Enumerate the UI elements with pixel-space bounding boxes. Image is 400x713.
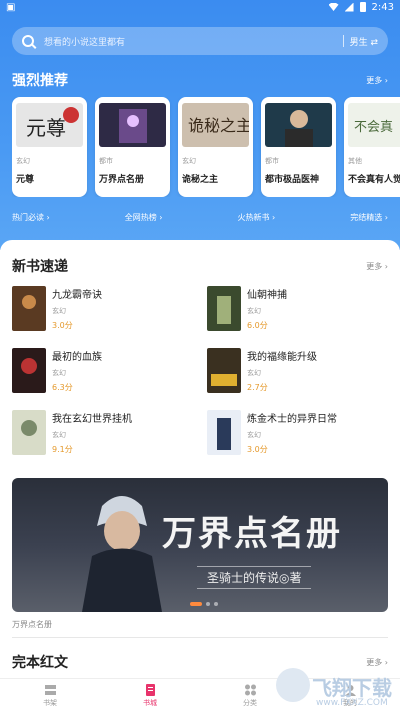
- search-input[interactable]: 想看的小说这里都有: [44, 35, 337, 48]
- app-notification-icon: ▣: [6, 1, 16, 13]
- book-genre: 玄幻: [247, 430, 261, 439]
- tab-label: 分类: [243, 699, 257, 707]
- banner-subtitle: 圣骑士的传说◎著: [197, 566, 312, 589]
- new-books-header: 新书速递 更多 ›: [12, 256, 388, 276]
- book-genre: 玄幻: [52, 306, 66, 315]
- carousel-dot: [206, 602, 210, 606]
- book-cover: 不会真: [348, 103, 400, 147]
- quick-link-new[interactable]: 火热新书 ›: [238, 212, 276, 223]
- book-title: 万界点名册: [99, 175, 145, 185]
- bookshelf-icon: [44, 685, 56, 695]
- watermark-text: 飞翔下载: [312, 676, 392, 700]
- signal-icon: [344, 2, 354, 12]
- quick-link-rank[interactable]: 全网热榜 ›: [125, 212, 163, 223]
- book-cover: 诡秘之主: [182, 103, 249, 147]
- book-score: 6.0分: [247, 321, 268, 330]
- recommend-card[interactable]: 诡秘之主 玄幻 诡秘之主: [178, 97, 253, 197]
- recommend-carousel[interactable]: 元尊 玄幻 元尊 都市 万界点名册 诡秘之主 玄幻 诡秘之主 都市 都市极品医神…: [12, 97, 400, 197]
- banner-title: 万界点名册: [162, 514, 342, 554]
- section-title: 强烈推荐: [12, 73, 68, 89]
- book-title: 仙朝神捕: [247, 290, 287, 301]
- book-cover: [12, 348, 46, 393]
- recommend-card[interactable]: 都市 都市极品医神: [261, 97, 336, 197]
- search-icon: [22, 35, 34, 47]
- book-genre: 都市: [99, 157, 113, 165]
- gender-switch-button[interactable]: 男生 ⇄: [350, 35, 378, 48]
- section-title: 新书速递: [12, 259, 68, 275]
- book-cover: [12, 286, 46, 331]
- recommend-card[interactable]: 都市 万界点名册: [95, 97, 170, 197]
- search-divider: [342, 35, 344, 47]
- book-genre: 玄幻: [247, 306, 261, 315]
- status-bar: ▣ 2:43: [0, 0, 400, 14]
- section-title: 完本红文: [12, 655, 68, 671]
- battery-icon: [359, 2, 366, 12]
- book-title: 元尊: [16, 175, 35, 185]
- book-title: 我的福缘能升级: [247, 352, 317, 363]
- book-genre: 其他: [348, 157, 362, 165]
- book-genre: 玄幻: [52, 368, 66, 377]
- book-cover: [12, 410, 46, 455]
- wifi-icon: [328, 3, 339, 11]
- strong-recommend-header: 强烈推荐 更多 ›: [12, 70, 388, 90]
- carousel-dot-active: [190, 602, 202, 606]
- book-title: 都市极品医神: [265, 175, 320, 185]
- list-item[interactable]: 最初的血族 玄幻 6.3分: [12, 348, 192, 394]
- book-title: 诡秘之主: [182, 175, 219, 185]
- svg-text:不会真: 不会真: [354, 120, 393, 135]
- carousel-indicator: [190, 602, 218, 606]
- tab-bookshelf[interactable]: 书架: [0, 679, 100, 713]
- book-title: 九龙霸帝诀: [52, 290, 102, 301]
- book-title: 炼金术士的异界日常: [247, 414, 337, 425]
- book-title: 最初的血族: [52, 352, 102, 363]
- more-link[interactable]: 更多 ›: [366, 75, 388, 86]
- book-cover: 元尊: [16, 103, 83, 147]
- promo-banner[interactable]: 万界点名册 圣骑士的传说◎著: [12, 478, 388, 612]
- recommend-card[interactable]: 不会真 其他 不会真有人觉: [344, 97, 400, 197]
- book-score: 3.0分: [247, 445, 268, 454]
- book-cover: [207, 348, 241, 393]
- list-item[interactable]: 我在玄幻世界挂机 玄幻 9.1分: [12, 410, 192, 456]
- search-bar[interactable]: 想看的小说这里都有 男生 ⇄: [12, 27, 388, 55]
- carousel-dot: [214, 602, 218, 606]
- book-genre: 都市: [265, 157, 279, 165]
- tab-label: 书架: [43, 699, 57, 707]
- list-item[interactable]: 仙朝神捕 玄幻 6.0分: [207, 286, 387, 332]
- quick-links: 热门必读 › 全网热榜 › 火热新书 › 完结精选 ›: [12, 212, 388, 223]
- list-item[interactable]: 炼金术士的异界日常 玄幻 3.0分: [207, 410, 387, 456]
- book-score: 2.7分: [247, 383, 268, 392]
- book-cover: [207, 286, 241, 331]
- divider: [12, 637, 388, 638]
- book-score: 3.0分: [52, 321, 73, 330]
- book-title: 我在玄幻世界挂机: [52, 414, 132, 425]
- book-cover: [207, 410, 241, 455]
- watermark-logo-icon: [276, 668, 310, 702]
- list-item[interactable]: 我的福缘能升级 玄幻 2.7分: [207, 348, 387, 394]
- book-genre: 玄幻: [52, 430, 66, 439]
- book-genre: 玄幻: [247, 368, 261, 377]
- quick-link-finished[interactable]: 完结精选 ›: [350, 212, 388, 223]
- book-cover: [99, 103, 166, 147]
- more-link[interactable]: 更多 ›: [366, 261, 388, 272]
- book-genre: 玄幻: [182, 157, 196, 165]
- tab-bookstore[interactable]: 书城: [100, 679, 200, 713]
- category-icon: [244, 684, 256, 696]
- watermark: 飞翔下载 www.FXXZ.COM: [276, 668, 394, 713]
- book-genre: 玄幻: [16, 157, 30, 165]
- quick-link-hot[interactable]: 热门必读 ›: [12, 212, 50, 223]
- book-score: 6.3分: [52, 383, 73, 392]
- list-item[interactable]: 九龙霸帝诀 玄幻 3.0分: [12, 286, 192, 332]
- svg-text:诡秘之主: 诡秘之主: [188, 116, 249, 135]
- more-link[interactable]: 更多 ›: [366, 657, 388, 668]
- status-time: 2:43: [371, 1, 394, 13]
- bookstore-icon: [145, 684, 155, 696]
- book-score: 9.1分: [52, 445, 73, 454]
- book-cover: [265, 103, 332, 147]
- banner-caption: 万界点名册: [12, 620, 52, 629]
- watermark-url: www.FXXZ.COM: [316, 698, 388, 708]
- recommend-card[interactable]: 元尊 玄幻 元尊: [12, 97, 87, 197]
- tab-label: 书城: [143, 699, 157, 707]
- book-title: 不会真有人觉: [348, 175, 400, 185]
- svg-text:元尊: 元尊: [26, 116, 66, 140]
